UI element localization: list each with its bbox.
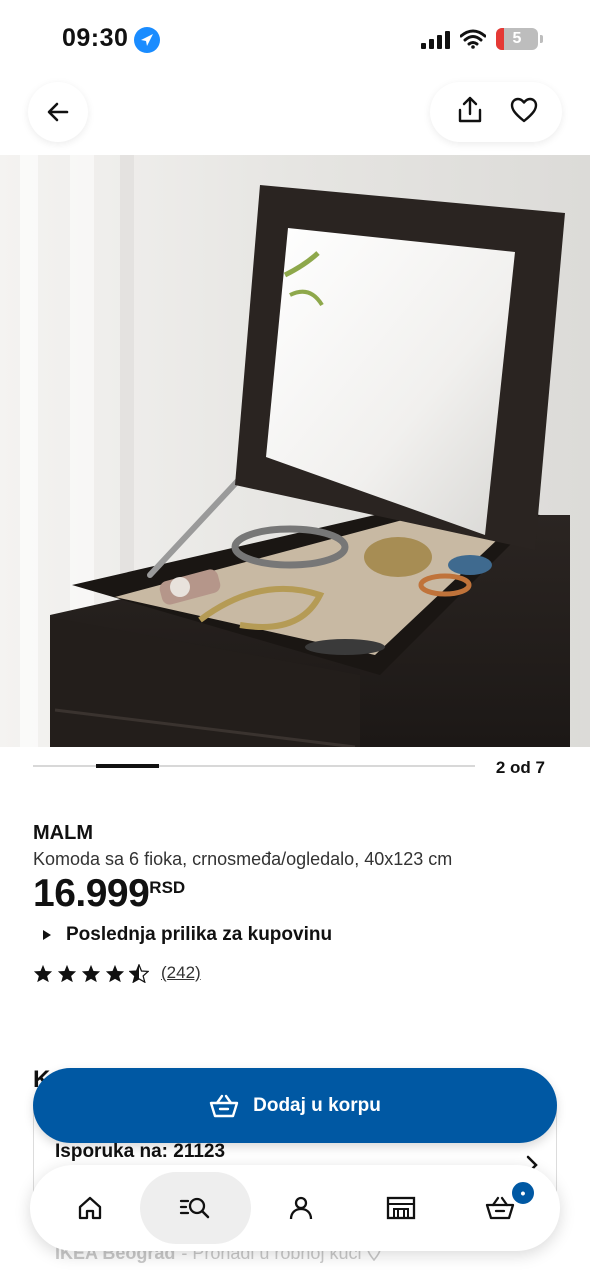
star-half-icon [129, 963, 149, 983]
nav-stores[interactable] [351, 1172, 451, 1244]
product-rating[interactable]: (242) [33, 963, 201, 983]
star-icon [33, 964, 53, 982]
home-icon [78, 1196, 101, 1220]
share-icon [458, 96, 481, 122]
star-icon [81, 964, 101, 982]
add-to-cart-button[interactable]: Dodaj u korpu [33, 1068, 557, 1143]
caret-right-icon [43, 930, 51, 940]
basket-icon [209, 1094, 239, 1117]
back-button[interactable] [28, 82, 88, 142]
share-button[interactable] [455, 95, 485, 130]
cart-badge: • [510, 1180, 536, 1206]
search-list-icon [180, 1197, 210, 1219]
product-description: Komoda sa 6 fioka, crnosmeđa/ogledalo, 4… [33, 849, 453, 869]
favorite-button[interactable] [510, 97, 538, 128]
bottom-navigation: • [30, 1165, 560, 1251]
store-icon [386, 1196, 415, 1220]
star-icon [105, 964, 125, 982]
header-actions [430, 82, 562, 142]
nav-cart[interactable]: • [450, 1172, 550, 1244]
product-name: MALM [33, 822, 93, 844]
heart-icon [510, 97, 537, 122]
review-count-link[interactable]: (242) [161, 963, 201, 983]
star-icon [57, 964, 77, 982]
availability-label: Poslednja prilika za kupovinu [66, 924, 333, 945]
gallery-progress-track [33, 764, 475, 768]
person-icon [289, 1196, 313, 1220]
price-currency: RSD [149, 878, 186, 897]
nav-search[interactable] [139, 1172, 252, 1244]
nav-profile[interactable] [251, 1172, 351, 1244]
product-image[interactable] [0, 155, 590, 747]
location-arrow-icon [134, 27, 160, 53]
wifi-icon [460, 29, 486, 49]
add-to-cart-label: Dodaj u korpu [253, 1094, 381, 1116]
arrow-left-icon [47, 102, 69, 122]
status-time: 09:30 [62, 24, 129, 52]
cellular-signal-icon [421, 29, 450, 49]
battery-indicator: 5 [496, 28, 543, 50]
product-price: 16.999 RSD [33, 872, 185, 916]
status-bar: 09:30 5 [0, 0, 590, 80]
nav-home[interactable] [40, 1172, 140, 1244]
price-amount: 16.999 [33, 872, 150, 915]
availability-toggle[interactable]: Poslednja prilika za kupovinu [42, 924, 332, 946]
basket-icon [486, 1196, 515, 1220]
gallery-counter: 2 od 7 [495, 758, 545, 777]
status-indicators: 5 [421, 28, 543, 50]
delivery-label: Isporuka na: 21123 [55, 1141, 226, 1162]
gallery-progress-thumb [96, 764, 159, 768]
